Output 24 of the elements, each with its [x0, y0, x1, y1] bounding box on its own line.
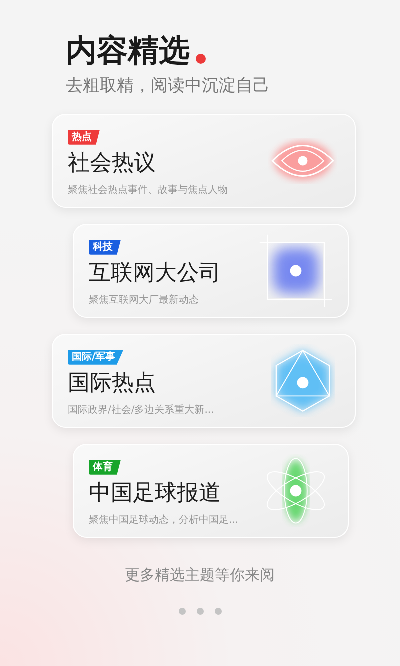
topic-description: 国际政界/社会/多边关系重大新...	[68, 404, 216, 418]
page-subtitle: 去粗取精，阅读中沉淀自己	[66, 75, 271, 98]
topic-tag: 体育	[89, 460, 121, 475]
page-dot	[196, 608, 204, 616]
topic-card[interactable]: 国际/军事 国际热点 国际政界/社会/多边关系重大新...	[52, 334, 356, 428]
page-dot	[214, 608, 222, 616]
topic-card[interactable]: 体育 中国足球报道 聚焦中国足球动态，分析中国足...	[73, 444, 349, 538]
glow-square-icon	[258, 232, 334, 309]
topic-tag: 国际/军事	[68, 350, 124, 365]
topic-card[interactable]: 科技 互联网大公司 聚焦互联网大厂最新动态	[73, 224, 349, 318]
topic-description: 聚焦中国足球动态，分析中国足...	[89, 514, 240, 528]
dot-icon	[196, 54, 206, 64]
more-topics-text: 更多精选主题等你来阅	[124, 564, 276, 586]
topic-title: 国际热点	[68, 370, 157, 398]
page-dot	[178, 608, 186, 616]
topic-card[interactable]: 热点 社会热议 聚焦社会热点事件、故事与焦点人物	[52, 114, 356, 208]
topic-tag: 科技	[89, 240, 121, 255]
topic-description: 聚焦社会热点事件、故事与焦点人物	[68, 184, 229, 198]
page-title: 内容精选	[66, 34, 190, 68]
topic-title: 社会热议	[68, 150, 157, 178]
topic-title: 中国足球报道	[89, 480, 222, 508]
topic-title: 互联网大公司	[89, 260, 222, 288]
topic-description: 聚焦互联网大厂最新动态	[89, 294, 200, 308]
topic-tag: 热点	[68, 130, 100, 145]
